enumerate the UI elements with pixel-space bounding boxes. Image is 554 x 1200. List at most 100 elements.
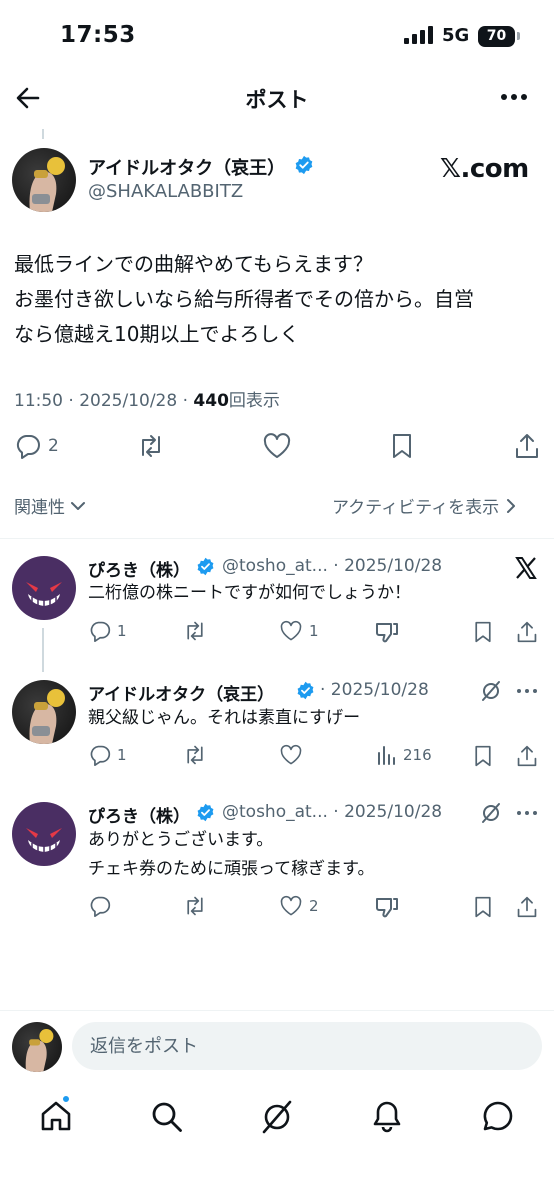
reply-handle-date: @tosho_at... · 2025/10/28	[222, 802, 443, 822]
repost-button[interactable]	[136, 433, 166, 459]
repost-button[interactable]	[182, 744, 208, 766]
like-icon	[280, 620, 302, 641]
share-button[interactable]	[516, 744, 538, 768]
reply-text: 二桁億の株ニートですが如何でしょうか！	[88, 583, 411, 603]
chevron-down-icon	[71, 501, 85, 510]
reply-author-name[interactable]: ぴろき（株）	[88, 802, 190, 827]
dislike-icon	[376, 623, 398, 643]
grok-icon[interactable]	[480, 680, 502, 702]
home-icon[interactable]	[39, 1099, 73, 1133]
reply-count: 2	[48, 436, 59, 456]
share-icon	[517, 621, 537, 643]
share-button[interactable]	[514, 432, 540, 460]
like-button[interactable]: 1	[278, 620, 319, 642]
reply-author-name[interactable]: アイドルオタク（哀王）	[88, 680, 274, 705]
reply-text: 親父級じゃん。それは素直にすげー	[88, 708, 361, 728]
reply-text: チェキ券のために頑張って稼ぎます。	[88, 859, 375, 879]
signal-icon	[404, 26, 433, 44]
bookmark-button[interactable]	[389, 432, 415, 460]
show-activity-label: アクティビティを表示	[332, 498, 500, 518]
like-button[interactable]	[278, 744, 304, 766]
reply-count: 1	[117, 622, 127, 640]
verified-badge-icon	[197, 803, 214, 822]
reply-input[interactable]	[72, 1022, 542, 1070]
repost-icon	[187, 745, 203, 765]
share-icon	[516, 434, 538, 458]
reply-button[interactable]: 1	[88, 744, 127, 766]
more-icon[interactable]	[516, 810, 538, 816]
bookmark-button[interactable]	[472, 895, 494, 919]
chevron-right-icon	[507, 498, 516, 513]
like-icon	[280, 895, 302, 916]
reply-count: 1	[117, 746, 127, 764]
grok-icon[interactable]	[480, 802, 502, 824]
bell-icon[interactable]	[371, 1099, 403, 1133]
reply-icon	[16, 435, 40, 459]
post-text-line: 最低ラインでの曲解やめてもらえます？	[14, 252, 373, 276]
verified-badge-icon	[197, 557, 214, 576]
avatar-image	[25, 1029, 54, 1072]
bookmark-icon	[393, 434, 411, 458]
bookmark-icon	[475, 745, 491, 767]
repost-icon	[187, 896, 203, 916]
sort-relevance-dropdown[interactable]: 関連性	[14, 493, 86, 518]
views-count: 216	[403, 746, 432, 764]
reply-text: ありがとうございます。	[88, 830, 274, 850]
reply-button[interactable]: 2	[14, 433, 59, 459]
repost-icon	[187, 621, 203, 641]
bookmark-button[interactable]	[472, 620, 494, 644]
like-icon	[263, 433, 291, 458]
views-count: 440	[193, 391, 229, 411]
dislike-button[interactable]	[374, 895, 400, 919]
more-icon[interactable]	[516, 688, 538, 694]
bookmark-icon	[475, 896, 491, 918]
more-icon[interactable]	[500, 92, 528, 102]
thread-line	[42, 628, 44, 672]
avatar-image	[29, 157, 65, 212]
avatar[interactable]	[12, 680, 76, 744]
reply-author-name[interactable]: ぴろき（株）	[88, 556, 190, 581]
views-label: 回表示	[228, 391, 280, 411]
post-text-line: なら億越え10期以上でよろしく	[14, 322, 300, 346]
reply-button[interactable]	[88, 895, 112, 917]
share-button[interactable]	[516, 620, 538, 644]
author-name[interactable]: アイドルオタク（哀王）	[88, 154, 285, 180]
views-icon	[378, 746, 395, 765]
avatar[interactable]	[12, 802, 76, 866]
grok-icon[interactable]	[261, 1100, 293, 1134]
bookmark-button[interactable]	[472, 744, 494, 768]
battery-icon: 70	[478, 26, 515, 47]
post-timestamp: 11:50 · 2025/10/28 ·	[14, 391, 194, 411]
views-button[interactable]: 216	[376, 744, 432, 766]
show-activity-link[interactable]: アクティビティを表示	[332, 493, 517, 518]
messages-icon[interactable]	[481, 1099, 515, 1133]
like-button[interactable]	[262, 432, 292, 460]
my-avatar[interactable]	[12, 1022, 62, 1072]
repost-icon	[142, 435, 160, 457]
reply-button[interactable]: 1	[88, 620, 127, 642]
share-button[interactable]	[516, 895, 538, 919]
avatar[interactable]	[12, 556, 76, 620]
bookmark-icon	[475, 621, 491, 643]
like-button[interactable]: 2	[278, 895, 319, 917]
avatar-image	[26, 828, 62, 852]
post-text: 最低ラインでの曲解やめてもらえます？ お墨付き欲しいなら給与所得者でその倍から。…	[14, 247, 544, 352]
divider	[0, 538, 554, 539]
avatar[interactable]	[12, 148, 76, 212]
repost-button[interactable]	[182, 895, 208, 917]
reply-icon	[90, 621, 111, 642]
source-label: 𝕏.com	[440, 154, 529, 184]
reply-handle-date: @tosho_at... · 2025/10/28	[222, 556, 443, 576]
post-text-line: お墨付き欲しいなら給与所得者でその倍から。自営	[14, 287, 474, 311]
battery-tip	[517, 32, 520, 40]
status-time: 17:53	[60, 22, 136, 48]
verified-badge-icon	[295, 155, 313, 175]
search-icon[interactable]	[150, 1100, 184, 1134]
repost-button[interactable]	[182, 620, 208, 642]
author-handle[interactable]: @SHAKALABBITZ	[88, 181, 243, 202]
notification-dot	[61, 1094, 71, 1104]
share-icon	[517, 896, 537, 918]
battery-level: 70	[486, 28, 507, 44]
dislike-button[interactable]	[374, 620, 400, 644]
like-icon	[280, 744, 302, 765]
